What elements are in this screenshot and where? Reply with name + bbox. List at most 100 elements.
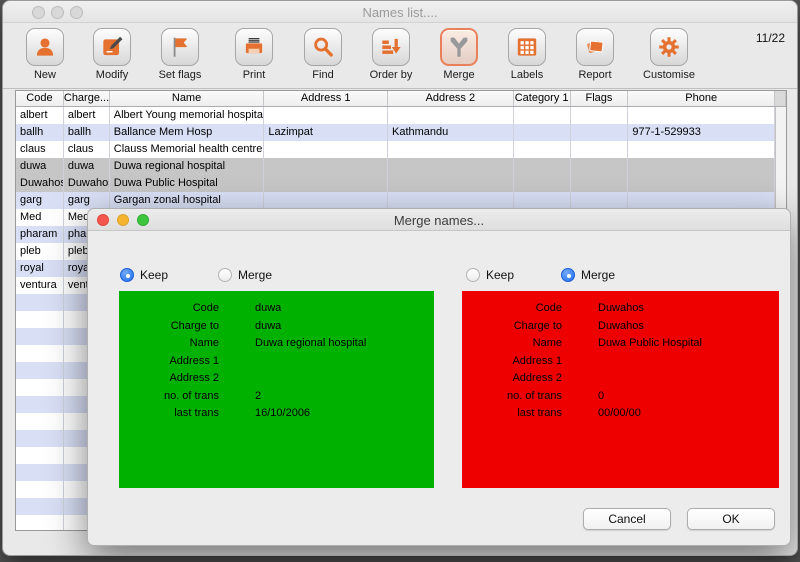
record-field: Address 2	[462, 370, 779, 388]
toolbar-button-set-flags[interactable]: Set flags	[145, 28, 215, 81]
table-row[interactable]: ballhballhBallance Mem HospLazimpatKathm…	[16, 124, 775, 141]
field-value: Duwa regional hospital	[255, 335, 366, 353]
table-cell: Clauss Memorial health centre	[110, 141, 265, 158]
person-icon	[26, 28, 64, 66]
table-cell: albert	[16, 107, 64, 124]
toolbar-button-report[interactable]: Report	[560, 28, 630, 81]
field-value: duwa	[255, 300, 281, 318]
table-cell	[264, 107, 388, 124]
table-cell: Ballance Mem Hosp	[110, 124, 265, 141]
field-label: Name	[462, 335, 562, 353]
column-header-address-1[interactable]: Address 1	[264, 91, 388, 106]
column-header-phone[interactable]: Phone	[628, 91, 775, 106]
toolbar-button-labels[interactable]: Labels	[492, 28, 562, 81]
toolbar-button-find[interactable]: Find	[288, 28, 358, 81]
column-header-code[interactable]: Code	[16, 91, 64, 106]
toolbar-button-label: Customise	[634, 69, 704, 81]
record-field: no. of trans0	[462, 388, 779, 406]
right-merge-radio[interactable]: Merge	[561, 267, 615, 283]
column-header-name[interactable]: Name	[110, 91, 265, 106]
table-cell	[264, 141, 388, 158]
table-cell	[388, 107, 514, 124]
table-header: CodeCharge...NameAddress 1Address 2Categ…	[16, 91, 786, 107]
table-cell	[514, 107, 571, 124]
table-row[interactable]: DuwahosDuwahosDuwa Public Hospital	[16, 175, 775, 192]
table-row[interactable]: clausclausClauss Memorial health centre	[16, 141, 775, 158]
table-cell	[571, 141, 629, 158]
merge-names-dialog: Merge names... Keep Merge Keep Merge Cod…	[87, 208, 791, 546]
table-cell	[264, 192, 388, 209]
toolbar-button-merge[interactable]: Merge	[424, 28, 494, 81]
window-title: Names list....	[3, 5, 797, 20]
table-cell	[16, 311, 64, 328]
table-cell: Kathmandu	[388, 124, 514, 141]
left-merge-radio[interactable]: Merge	[218, 267, 272, 283]
record-counter: 11/22	[756, 31, 785, 45]
magnifier-icon	[304, 28, 342, 66]
toolbar-button-print[interactable]: Print	[219, 28, 289, 81]
printer-icon	[235, 28, 273, 66]
table-row[interactable]: garggargGargan zonal hospital	[16, 192, 775, 209]
gear-icon	[650, 28, 688, 66]
table-cell	[264, 175, 388, 192]
toolbar-button-modify[interactable]: Modify	[77, 28, 147, 81]
table-cell	[16, 447, 64, 464]
table-cell	[388, 192, 514, 209]
record-field: Name Duwa Public Hospital	[462, 335, 779, 353]
table-row[interactable]: duwaduwaDuwa regional hospital	[16, 158, 775, 175]
table-cell	[16, 430, 64, 447]
field-value: duwa	[255, 318, 281, 336]
table-cell	[16, 481, 64, 498]
table-cell	[571, 192, 629, 209]
ok-button[interactable]: OK	[687, 508, 775, 530]
table-cell: Gargan zonal hospital	[110, 192, 265, 209]
field-label: last trans	[462, 405, 562, 423]
table-cell	[628, 192, 775, 209]
table-cell	[16, 515, 64, 530]
table-cell	[571, 158, 629, 175]
right-keep-label: Keep	[486, 268, 514, 282]
table-cell: duwa	[16, 158, 64, 175]
header-corner	[775, 91, 786, 106]
toolbar-button-customise[interactable]: Customise	[634, 28, 704, 81]
column-header-address-2[interactable]: Address 2	[388, 91, 514, 106]
right-keep-radio[interactable]: Keep	[466, 267, 514, 283]
main-window: Names list.... NewModifySet flags PrintFi…	[2, 0, 798, 556]
keep-record-panel: CodeduwaCharge toduwaNameDuwa regional h…	[119, 291, 434, 488]
table-cell	[628, 141, 775, 158]
toolbar-button-new[interactable]: New	[10, 28, 80, 81]
table-cell: Duwahos	[16, 175, 64, 192]
right-merge-label: Merge	[581, 268, 615, 282]
toolbar: NewModifySet flags PrintFindOrder byMerge…	[3, 23, 797, 89]
field-label: Charge to	[119, 318, 219, 336]
table-cell	[628, 107, 775, 124]
column-header-category-1[interactable]: Category 1	[514, 91, 571, 106]
table-cell: garg	[16, 192, 64, 209]
record-field: Code duwa	[119, 300, 434, 318]
record-field: no. of trans2	[119, 388, 434, 406]
table-row[interactable]: albertalbertAlbert Young memorial hospit…	[16, 107, 775, 124]
table-cell: Duwahos	[64, 175, 110, 192]
field-label: Address 2	[119, 370, 219, 388]
field-label: Code	[119, 300, 219, 318]
toolbar-button-label: Merge	[424, 69, 494, 81]
table-cell	[16, 362, 64, 379]
toolbar-button-label: Find	[288, 69, 358, 81]
toolbar-button-order-by[interactable]: Order by	[356, 28, 426, 81]
toolbar-button-label: Set flags	[145, 69, 215, 81]
field-label: no. of trans	[462, 388, 562, 406]
table-cell	[16, 396, 64, 413]
column-header-flags[interactable]: Flags	[571, 91, 629, 106]
table-cell: albert	[64, 107, 110, 124]
record-field: Charge toDuwahos	[462, 318, 779, 336]
table-cell	[16, 498, 64, 515]
column-header-charge[interactable]: Charge...	[64, 91, 110, 106]
toolbar-button-label: Modify	[77, 69, 147, 81]
table-cell: Duwa Public Hospital	[110, 175, 265, 192]
table-cell	[571, 175, 629, 192]
cancel-button[interactable]: Cancel	[583, 508, 671, 530]
table-cell: Duwa regional hospital	[110, 158, 265, 175]
field-value: Duwa Public Hospital	[598, 335, 702, 353]
field-label: Charge to	[462, 318, 562, 336]
left-keep-radio[interactable]: Keep	[120, 267, 168, 283]
